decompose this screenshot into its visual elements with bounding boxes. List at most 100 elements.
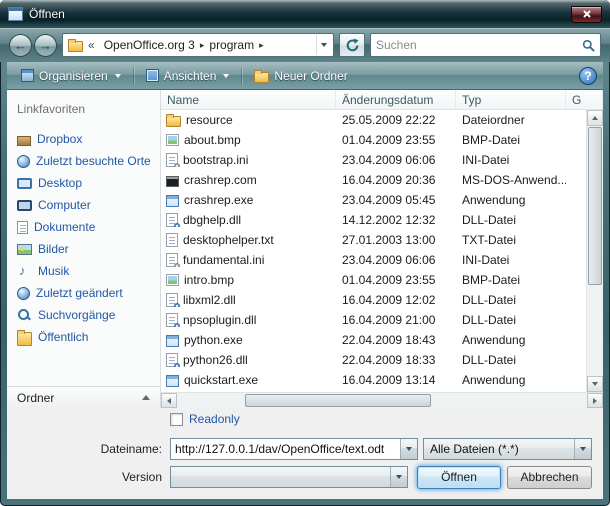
cancel-button[interactable]: Abbrechen [507, 466, 592, 489]
refresh-button[interactable] [339, 33, 365, 57]
clock-icon [17, 155, 30, 168]
search-box[interactable] [370, 33, 601, 57]
command-toolbar: Organisieren Ansichten Neuer Ordner ? [7, 62, 603, 90]
titlebar[interactable]: Öffnen [0, 0, 610, 28]
file-row[interactable]: about.bmp01.04.2009 23:55BMP-Datei [161, 130, 586, 150]
vertical-scrollbar[interactable] [586, 110, 603, 392]
file-row[interactable]: crashrep.exe23.04.2009 05:45Anwendung [161, 190, 586, 210]
column-header-date[interactable]: Änderungsdatum [336, 90, 456, 109]
scroll-left-button[interactable] [161, 393, 177, 408]
help-icon: ? [584, 69, 591, 83]
filename-dropdown-icon[interactable] [400, 439, 417, 459]
sidebar-item-label: Zuletzt geändert [36, 286, 123, 300]
sidebar-item[interactable]: Öffentlich [17, 326, 160, 348]
file-row[interactable]: fundamental.ini23.04.2009 06:06INI-Datei [161, 250, 586, 270]
readonly-checkbox[interactable] [170, 413, 183, 426]
sidebar-item[interactable]: Zuletzt geändert [17, 282, 160, 304]
help-button[interactable]: ? [579, 67, 597, 85]
readonly-option: Readonly [170, 412, 240, 426]
filename-input[interactable] [175, 440, 398, 458]
forward-button[interactable]: → [34, 34, 57, 57]
file-modified-date: 22.04.2009 18:43 [336, 333, 456, 347]
vertical-scroll-thumb[interactable] [588, 127, 602, 285]
column-header-type[interactable]: Typ [456, 90, 566, 109]
dialog-footer: Readonly Dateiname: Alle Dateien (*.*) V… [7, 408, 603, 499]
file-type: INI-Datei [456, 153, 566, 167]
views-button[interactable]: Ansichten [138, 66, 238, 86]
file-modified-date: 16.04.2009 12:02 [336, 293, 456, 307]
sidebar-item[interactable]: Suchvorgänge [17, 304, 160, 326]
breadcrumb-overflow[interactable]: « [86, 38, 97, 52]
scroll-up-button[interactable] [587, 110, 603, 126]
file-row[interactable]: python.exe 22.04.2009 18:43Anwendung [161, 330, 586, 350]
file-modified-date: 01.04.2009 23:55 [336, 133, 456, 147]
file-list-header: Name Änderungsdatum Typ G [161, 90, 603, 110]
file-row[interactable]: crashrep.com16.04.2009 20:36MS-DOS-Anwen… [161, 170, 586, 190]
file-type: INI-Datei [456, 253, 566, 267]
main-area: Linkfavoriten DropboxZuletzt besuchte Or… [7, 90, 603, 408]
horizontal-scroll-thumb[interactable] [245, 394, 431, 407]
sidebar-item[interactable]: Dropbox [17, 128, 160, 150]
address-dropdown-icon[interactable] [316, 35, 331, 55]
sidebar-item[interactable]: Zuletzt besuchte Orte [17, 150, 160, 172]
file-modified-date: 25.05.2009 22:22 [336, 113, 456, 127]
file-modified-date: 16.04.2009 21:00 [336, 313, 456, 327]
exe-file-icon [166, 375, 179, 387]
organize-icon [21, 69, 34, 82]
file-type: Anwendung [456, 333, 566, 347]
filetype-dropdown-icon[interactable] [574, 439, 591, 459]
version-dropdown-icon[interactable] [390, 467, 407, 487]
sidebar-item[interactable]: Bilder [17, 238, 160, 260]
filename-combobox[interactable] [170, 438, 418, 460]
file-name: desktophelper.txt [183, 233, 274, 247]
breadcrumb[interactable]: « OpenOffice.org 3▸program▸ [62, 33, 334, 57]
column-header-size[interactable]: G [566, 90, 603, 109]
sidebar-item[interactable]: Musik [17, 260, 160, 282]
back-button[interactable]: ← [9, 34, 32, 57]
file-name: resource [186, 113, 233, 127]
file-row[interactable]: resource25.05.2009 22:22Dateiordner [161, 110, 586, 130]
file-type: DLL-Datei [456, 353, 566, 367]
filetype-select[interactable]: Alle Dateien (*.*) [423, 438, 592, 460]
file-row[interactable]: libxml2.dll 16.04.2009 12:02DLL-Datei [161, 290, 586, 310]
scroll-right-button[interactable] [587, 393, 603, 408]
bmp-file-icon [166, 134, 179, 146]
file-name: libxml2.dll [183, 293, 236, 307]
open-button[interactable]: Öffnen [417, 466, 501, 489]
dll-file-icon [166, 293, 178, 307]
dll-file-icon [166, 353, 178, 367]
version-select[interactable] [170, 466, 408, 488]
organize-button[interactable]: Organisieren [13, 66, 129, 86]
file-type: DLL-Datei [456, 293, 566, 307]
open-file-dialog: Öffnen ← → « OpenOffice.org 3▸program▸ [0, 0, 610, 506]
file-row[interactable]: desktophelper.txt 27.01.2003 13:00TXT-Dat… [161, 230, 586, 250]
ini-file-icon [166, 253, 178, 267]
horizontal-scrollbar[interactable] [161, 392, 603, 408]
folders-expander[interactable]: Ordner [7, 386, 160, 408]
scroll-down-button[interactable] [587, 376, 603, 392]
views-icon [146, 69, 159, 82]
file-name: python.exe [184, 333, 243, 347]
file-name: about.bmp [184, 133, 241, 147]
sidebar-item[interactable]: Dokumente [17, 216, 160, 238]
file-row[interactable]: bootstrap.ini23.04.2009 06:06INI-Datei [161, 150, 586, 170]
breadcrumb-separator-icon[interactable]: ▸ [258, 40, 265, 51]
file-row[interactable]: npsoplugin.dll16.04.2009 21:00DLL-Datei [161, 310, 586, 330]
sidebar-item[interactable]: Desktop [17, 172, 160, 194]
file-modified-date: 27.01.2003 13:00 [336, 233, 456, 247]
file-row[interactable]: dbghelp.dll14.12.2002 12:32DLL-Datei [161, 210, 586, 230]
search-input[interactable] [376, 38, 582, 52]
file-row[interactable]: quickstart.exe16.04.2009 13:14Anwendung [161, 370, 586, 390]
toolbar-divider [241, 67, 242, 85]
breadcrumb-item[interactable]: OpenOffice.org 3 [100, 37, 199, 53]
file-name: npsoplugin.dll [183, 313, 256, 327]
column-header-name[interactable]: Name [161, 90, 336, 109]
new-folder-button[interactable]: Neuer Ordner [246, 66, 355, 86]
file-row[interactable]: python26.dll22.04.2009 18:33DLL-Datei [161, 350, 586, 370]
txt-file-icon [166, 233, 178, 247]
breadcrumb-item[interactable]: program [205, 37, 258, 53]
file-row[interactable]: intro.bmp01.04.2009 23:55BMP-Datei [161, 270, 586, 290]
sidebar-item[interactable]: Computer [17, 194, 160, 216]
close-button[interactable] [571, 6, 602, 23]
file-type: TXT-Datei [456, 233, 566, 247]
